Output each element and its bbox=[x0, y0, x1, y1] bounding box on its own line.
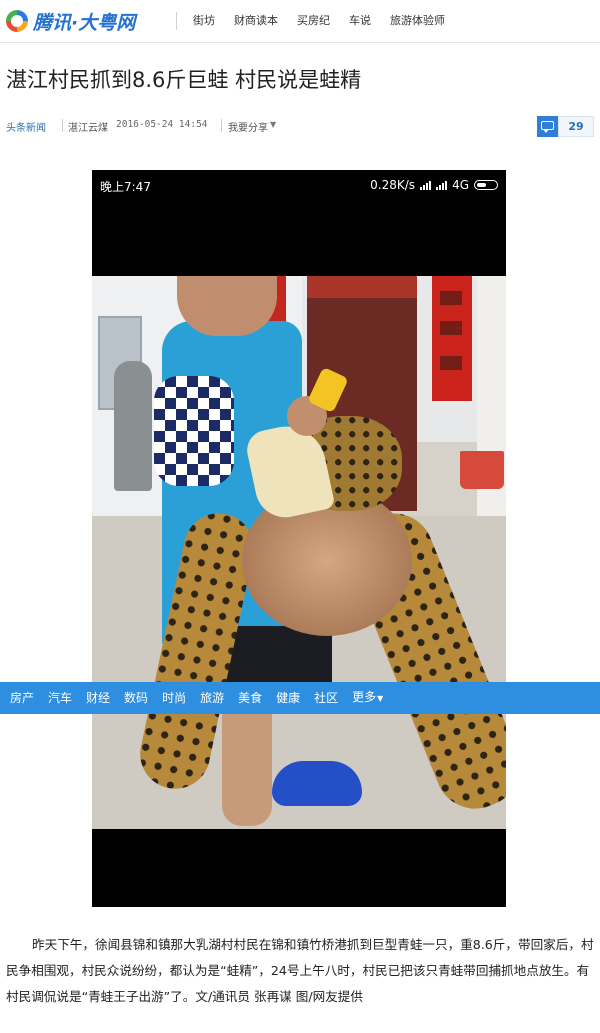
phone-network: 4G bbox=[452, 178, 469, 192]
caret-down-icon: ▼ bbox=[377, 694, 384, 703]
top-nav-item-cheshuo[interactable]: 车说 bbox=[349, 12, 371, 30]
header-divider bbox=[176, 12, 177, 30]
site-logo[interactable]: 腾讯·大粤网 bbox=[6, 8, 135, 34]
tencent-logo-icon bbox=[6, 10, 28, 32]
category-item-shequ[interactable]: 社区 bbox=[314, 682, 338, 714]
photo-boy-chin bbox=[177, 276, 277, 336]
meta-divider bbox=[62, 119, 63, 132]
photo-door-lintel bbox=[307, 276, 417, 298]
top-nav-item-jiefang[interactable]: 街坊 bbox=[193, 12, 215, 30]
photo-leg bbox=[222, 696, 272, 826]
category-bar: 房产 汽车 财经 数码 时尚 旅游 美食 健康 社区 更多▼ bbox=[0, 682, 600, 714]
category-item-shuma[interactable]: 数码 bbox=[124, 682, 148, 714]
battery-icon bbox=[474, 180, 498, 190]
logo-text: 腾讯·大粤网 bbox=[33, 11, 136, 34]
article-time: 2016-05-24 14:54 bbox=[116, 119, 208, 130]
article-image: 晚上7:47 0.28K/s 4G bbox=[92, 170, 506, 907]
site-header: 腾讯·大粤网 街坊 财商读本 买房纪 车说 旅游体验师 bbox=[0, 0, 600, 43]
photo-background-person bbox=[114, 361, 152, 491]
article-meta: 头条新闻 湛江云煤 2016-05-24 14:54 我要分享 ▼ 29 bbox=[6, 116, 594, 137]
photo-checkered-sleeve bbox=[154, 376, 234, 486]
phone-time: 晚上7:47 bbox=[100, 180, 151, 194]
comment-count: 29 bbox=[558, 116, 594, 137]
category-item-fangchan[interactable]: 房产 bbox=[10, 682, 34, 714]
category-item-qiche[interactable]: 汽车 bbox=[48, 682, 72, 714]
top-nav: 街坊 财商读本 买房纪 车说 旅游体验师 bbox=[193, 12, 464, 30]
category-more-button[interactable]: 更多▼ bbox=[352, 681, 383, 715]
category-item-meishi[interactable]: 美食 bbox=[238, 682, 262, 714]
photo-red-banner bbox=[432, 276, 472, 401]
photo-bucket bbox=[460, 451, 504, 489]
top-nav-item-lvyou[interactable]: 旅游体验师 bbox=[390, 12, 445, 30]
category-item-shishang[interactable]: 时尚 bbox=[162, 682, 186, 714]
top-nav-item-maifang[interactable]: 买房纪 bbox=[297, 12, 330, 30]
frog-photo bbox=[92, 276, 506, 829]
category-item-jiankang[interactable]: 健康 bbox=[276, 682, 300, 714]
category-item-caijing[interactable]: 财经 bbox=[86, 682, 110, 714]
article-author: 湛江云煤 bbox=[68, 123, 108, 134]
article-title: 湛江村民抓到8.6斤巨蛙 村民说是蛙精 bbox=[6, 68, 362, 92]
share-button[interactable]: 我要分享 bbox=[228, 119, 268, 134]
top-nav-item-caishang[interactable]: 财商读本 bbox=[234, 12, 278, 30]
signal-icon bbox=[420, 180, 432, 190]
more-label: 更多 bbox=[352, 690, 377, 704]
category-item-lvyou[interactable]: 旅游 bbox=[200, 682, 224, 714]
phone-status-bar: 晚上7:47 0.28K/s 4G bbox=[92, 170, 506, 200]
photo-slipper bbox=[272, 761, 362, 806]
meta-divider bbox=[221, 119, 222, 132]
comment-icon bbox=[537, 116, 558, 137]
article-body: 昨天下午，徐闻县锦和镇那大乳湖村村民在锦和镇竹桥港抓到巨型青蛙一只，重8.6斤，… bbox=[6, 937, 594, 1004]
caret-down-icon: ▼ bbox=[270, 120, 277, 129]
phone-net-speed: 0.28K/s bbox=[370, 178, 416, 192]
comment-button[interactable]: 29 bbox=[537, 116, 594, 137]
signal-icon bbox=[436, 180, 448, 190]
source-link[interactable]: 头条新闻 bbox=[6, 119, 46, 134]
